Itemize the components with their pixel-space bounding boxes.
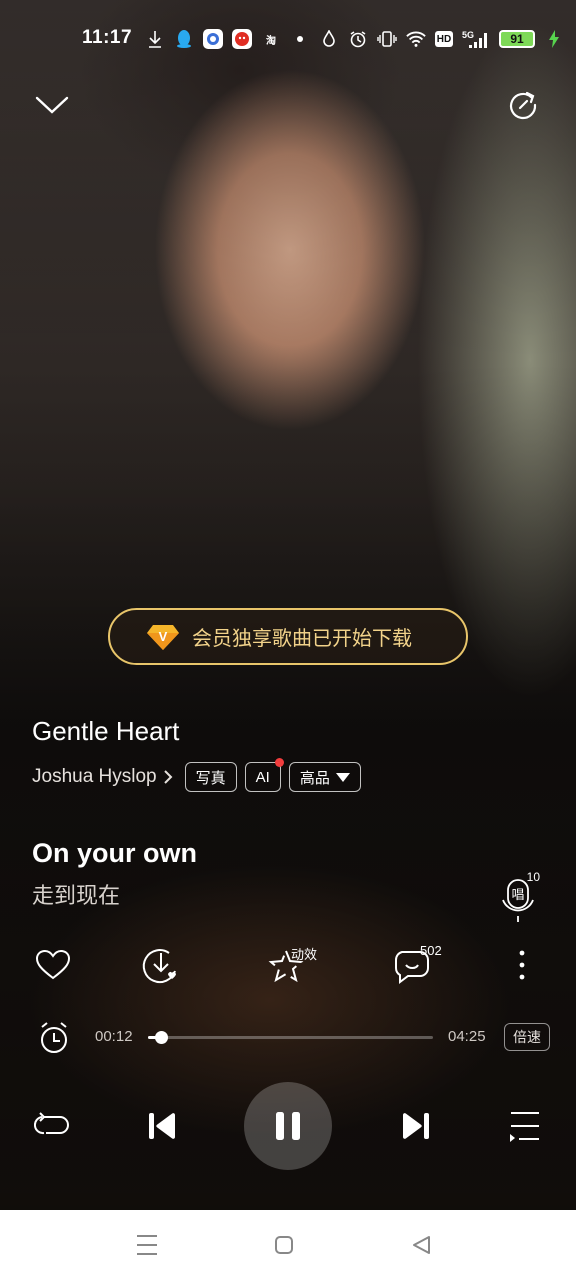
back-triangle-icon xyxy=(413,1236,430,1254)
lyric-translation-line[interactable]: 走到现在 xyxy=(32,878,120,910)
effects-button[interactable]: 动效 xyxy=(266,940,326,990)
download-button[interactable] xyxy=(138,940,184,990)
quality-label: 高品 xyxy=(299,769,330,787)
chevron-down-icon xyxy=(35,96,69,114)
sing-count: 10 xyxy=(526,870,540,884)
share-icon xyxy=(510,91,537,120)
effects-label: 动效 xyxy=(291,947,318,962)
status-time: 11:17 xyxy=(82,27,133,48)
previous-track-button[interactable] xyxy=(142,1108,182,1144)
signal-icon: 5G xyxy=(462,29,490,49)
download-status-icon xyxy=(145,29,165,49)
repeat-icon xyxy=(34,1112,69,1135)
progress-slider[interactable] xyxy=(148,1031,433,1044)
collapse-button[interactable] xyxy=(32,85,72,125)
vibrate-icon xyxy=(377,29,397,49)
svg-text:V: V xyxy=(159,629,168,644)
status-icons: 淘 HD 5G 91 xyxy=(145,27,564,51)
share-button[interactable] xyxy=(503,85,543,125)
recent-apps-button[interactable] xyxy=(132,1232,162,1258)
photo-tag-button[interactable]: 写真 xyxy=(184,762,237,792)
home-button[interactable] xyxy=(269,1232,299,1258)
repeat-mode-button[interactable] xyxy=(32,1108,72,1144)
skip-previous-icon xyxy=(149,1113,175,1139)
back-button[interactable] xyxy=(406,1232,436,1258)
battery-icon: 91 xyxy=(499,30,535,48)
comments-button[interactable]: 502 xyxy=(394,940,442,990)
comment-count: 502 xyxy=(420,943,442,958)
dropdown-triangle-icon xyxy=(335,772,350,782)
chevron-right-icon xyxy=(163,770,173,784)
artist-name-link[interactable]: Joshua Hyslop xyxy=(32,766,157,788)
alarm-icon xyxy=(348,29,368,49)
charging-icon xyxy=(544,29,564,49)
app-badge-icon xyxy=(203,29,223,49)
microphone-icon: 唱 xyxy=(502,879,534,922)
like-button[interactable] xyxy=(32,940,74,990)
timer-icon xyxy=(41,1022,67,1053)
download-icon xyxy=(142,949,176,984)
sing-button[interactable]: 唱 10 xyxy=(502,870,542,922)
song-title: Gentle Heart xyxy=(32,716,180,746)
skip-next-icon xyxy=(403,1113,429,1139)
playback-controls xyxy=(0,1080,576,1172)
sleep-timer-button[interactable] xyxy=(36,1020,72,1056)
taobao-icon: 淘 xyxy=(266,35,276,47)
progress-row: 00:12 04:25 倍速 xyxy=(0,1018,576,1058)
progress-knob[interactable] xyxy=(155,1031,169,1044)
pinduoduo-icon xyxy=(232,29,252,49)
elapsed-time: 00:12 xyxy=(95,1028,133,1045)
vip-download-banner[interactable]: V 会员独享歌曲已开始下载 xyxy=(108,608,468,665)
heart-icon xyxy=(35,949,71,980)
playlist-icon xyxy=(510,1112,539,1142)
total-time: 04:25 xyxy=(448,1028,486,1045)
artist-row: Joshua Hyslop 写真 AI 高品 xyxy=(32,758,369,792)
playlist-button[interactable] xyxy=(504,1108,544,1144)
red-dot-badge xyxy=(274,758,284,767)
menu-icon xyxy=(137,1235,157,1255)
next-track-button[interactable] xyxy=(396,1108,436,1144)
home-square-icon xyxy=(275,1236,293,1254)
vip-diamond-icon: V xyxy=(147,624,179,650)
lyric-current-line[interactable]: On your own xyxy=(32,838,197,869)
wifi-icon xyxy=(406,29,426,49)
playback-speed-button[interactable]: 倍速 xyxy=(504,1023,550,1051)
quality-select-button[interactable]: 高品 xyxy=(288,762,361,792)
ai-tag-button[interactable]: AI xyxy=(244,758,284,792)
dot-icon xyxy=(290,29,310,49)
action-row: 动效 502 xyxy=(0,940,576,990)
drop-icon xyxy=(319,29,339,49)
hd-icon: HD xyxy=(435,31,453,47)
svg-text:5G: 5G xyxy=(462,30,474,40)
vip-banner-text: 会员独享歌曲已开始下载 xyxy=(192,628,412,650)
ai-tag-label: AI xyxy=(255,768,270,786)
system-navigation-bar xyxy=(0,1210,576,1280)
more-vertical-icon xyxy=(519,950,525,980)
pause-button[interactable] xyxy=(244,1082,332,1170)
svg-text:唱: 唱 xyxy=(511,888,524,903)
qq-icon xyxy=(174,29,194,49)
more-button[interactable] xyxy=(510,940,534,990)
pause-icon xyxy=(276,1112,300,1140)
